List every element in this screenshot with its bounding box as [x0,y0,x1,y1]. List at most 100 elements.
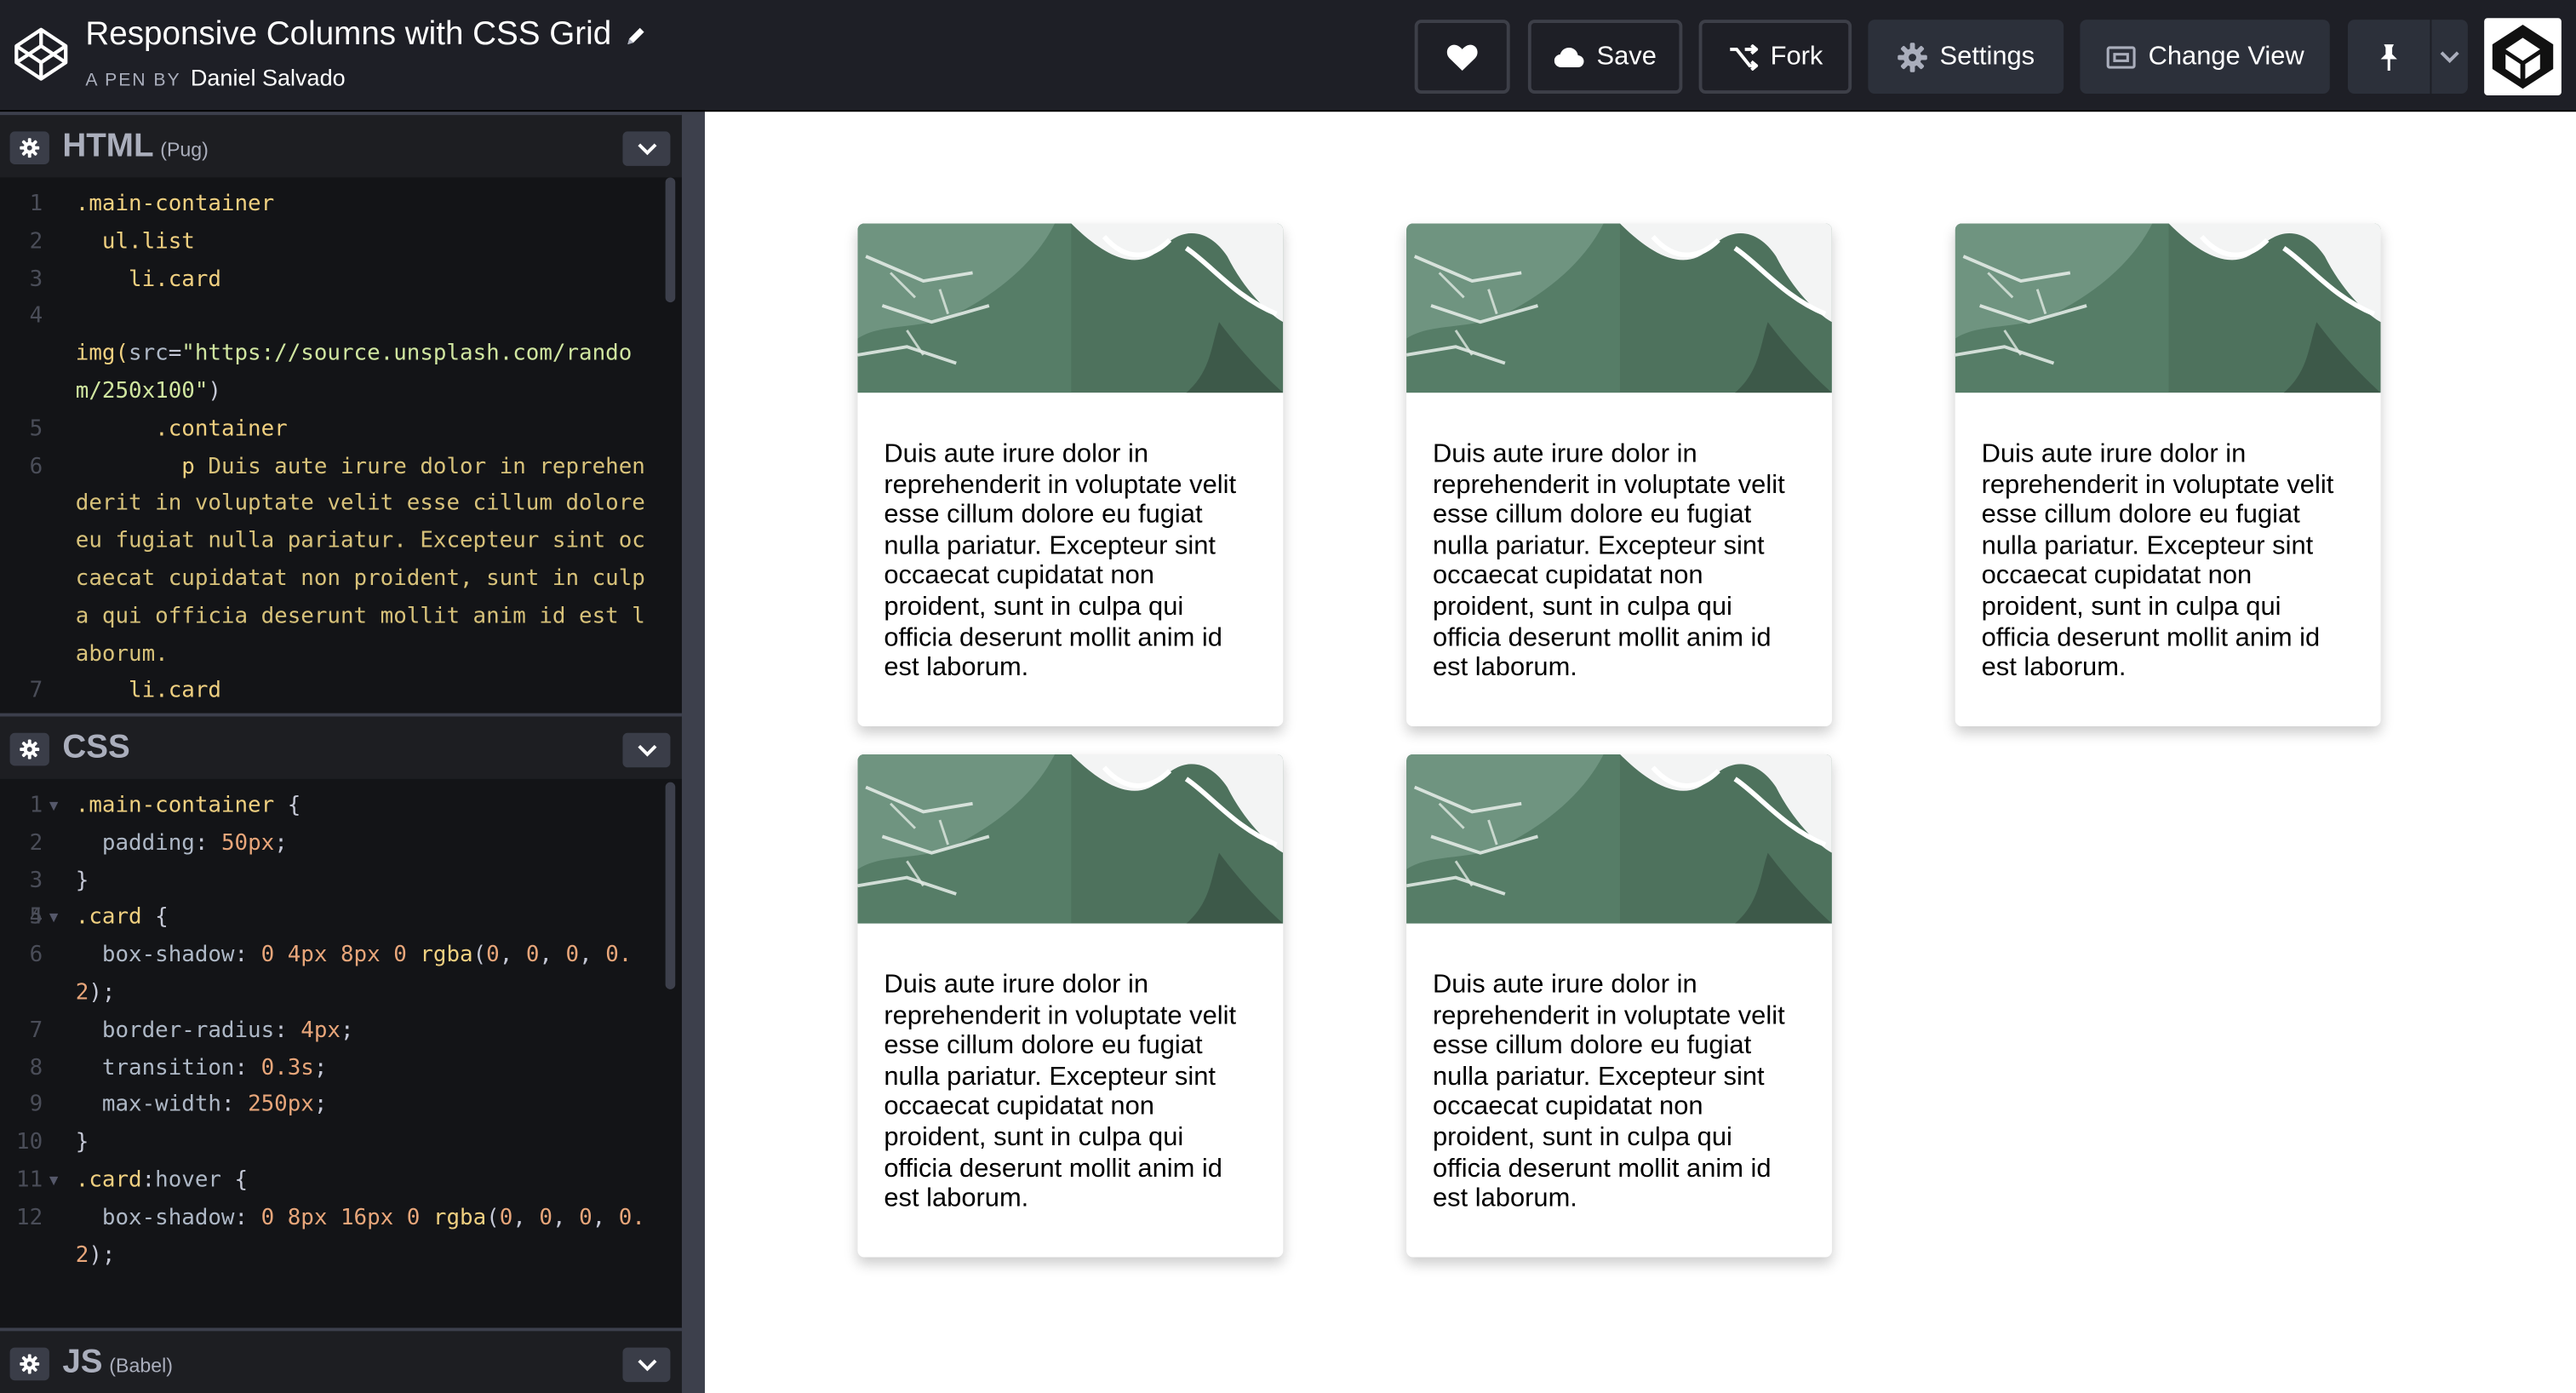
code-line[interactable]: 12 box-shadow: 0 8px 16px 0 rgba(0, 0, 0… [0,1201,682,1275]
code-token: 0 [579,1206,592,1231]
line-number: 7 [29,679,43,704]
css-panel-name: CSS [62,729,130,766]
code-token: : [234,943,261,969]
code-token: : [234,1056,261,1081]
chevron-down-icon [637,142,656,155]
line-number: 5 [29,906,43,932]
result-preview: Duis aute irure dolor in reprehenderit i… [704,112,2576,1393]
line-number: 1 [29,192,43,217]
code-token: rgba [432,1206,487,1231]
card-image [857,223,1284,393]
code-line[interactable]: 7 li.card [0,674,682,712]
code-line[interactable]: 5 ▼ .card { [0,901,682,938]
change-view-label: Change View [2148,42,2304,71]
code-line[interactable]: 3 li.card [0,262,682,300]
user-avatar[interactable] [2484,18,2562,95]
code-line[interactable]: 11 ▼ .card:hover { [0,1163,682,1201]
line-number: 6 [29,943,43,969]
chevron-down-icon [2440,50,2459,63]
code-line[interactable]: 9 max-width: 250px; [0,1088,682,1126]
code-token: : [141,1168,156,1194]
card-image [1955,223,2381,393]
editor-resize-handle[interactable] [681,112,705,1393]
line-number: 7 [29,1018,43,1044]
code-token: 0 [486,943,500,969]
pencil-icon[interactable] [625,24,648,47]
code-token: } [75,1131,89,1156]
code-token: max-width [75,1093,221,1119]
code-line[interactable]: 1 ▼ .main-container { [0,788,682,826]
card-text: Duis aute irure dolor in reprehenderit i… [1432,440,1785,683]
code-line[interactable]: 10} [0,1126,682,1163]
code-token: 0 [525,943,540,969]
js-panel-name: JS [62,1344,103,1381]
card: Duis aute irure dolor in reprehenderit i… [857,223,1284,727]
html-code-editor[interactable]: 1 .main-container 2 ul.list 3 li.card 4 img(… [0,177,682,714]
js-collapse-button[interactable] [622,1347,671,1383]
cloud-icon [1554,47,1584,67]
settings-button[interactable]: Settings [1868,20,2064,95]
change-view-button[interactable]: Change View [2080,20,2330,95]
css-code-editor[interactable]: 1 ▼ .main-container {2 padding: 50px; 3} 4 5 ▼… [0,778,682,1328]
fold-arrow-icon[interactable]: ▼ [49,788,58,826]
code-token: src [129,341,169,367]
code-line[interactable]: img(src="https://source.unsplash.com/ran… [0,337,682,412]
code-token: , [552,1206,580,1231]
code-token: padding [75,831,195,857]
code-line[interactable]: 2 ul.list [0,225,682,262]
code-line[interactable]: 7 border-radius: 4px; [0,1013,682,1051]
save-button[interactable]: Save [1527,20,1683,95]
editor-column: HTML (Pug) 1 .main-container 2 ul.list 3 li.… [0,112,682,1393]
css-settings-button[interactable] [9,732,49,766]
code-line[interactable]: 3} [0,863,682,901]
code-token: , [592,1206,619,1231]
code-line[interactable]: 8 transition: 0.3s; [0,1051,682,1088]
pin-menu-button[interactable] [2431,20,2468,95]
code-token: , [512,1206,540,1231]
heart-button[interactable] [1414,20,1510,95]
gear-icon [20,138,40,158]
line-number: 3 [29,868,43,894]
code-line[interactable]: 5 .container [0,412,682,450]
codepen-editor: Responsive Columns with CSS Grid A PEN B… [0,0,2576,1393]
code-token: ; [340,1018,354,1044]
code-token: 0 8px 16px 0 [260,1206,433,1231]
html-panel-preprocessor: (Pug) [160,138,209,162]
author-link[interactable]: Daniel Salvado [191,64,346,90]
code-token: transition [75,1056,235,1081]
html-panel-title: HTML (Pug) [62,129,209,166]
code-token: { [220,1168,249,1194]
line-number: 3 [29,267,43,292]
code-token: 50px [220,831,275,857]
gear-icon [20,739,40,760]
html-settings-button[interactable] [9,131,49,164]
fold-arrow-icon[interactable]: ▼ [49,901,58,938]
pin-button[interactable] [2347,20,2430,95]
html-editor-scrollbar[interactable] [665,177,676,303]
fork-button[interactable]: Fork [1698,20,1852,95]
line-number: 2 [29,229,43,255]
codepen-logo-icon[interactable] [13,26,69,83]
code-line[interactable]: 6 p Duis aute irure dolor in reprehender… [0,450,682,674]
js-settings-button[interactable] [9,1347,49,1381]
code-token: : [220,1093,249,1119]
pen-title-row: Responsive Columns with CSS Grid [85,16,647,54]
code-token: ; [313,1056,328,1081]
pen-title[interactable]: Responsive Columns with CSS Grid [85,16,611,54]
code-token: = [168,341,182,367]
card-text: Duis aute irure dolor in reprehenderit i… [884,971,1237,1213]
js-panel-header: JS (Babel) [0,1327,682,1393]
code-line[interactable]: 6 box-shadow: 0 4px 8px 0 rgba(0, 0, 0, … [0,938,682,1013]
html-collapse-button[interactable] [622,131,671,166]
fork-label: Fork [1770,42,1823,71]
css-editor-scrollbar[interactable] [665,782,676,989]
fold-arrow-icon[interactable]: ▼ [49,1163,58,1201]
card-grid: Duis aute irure dolor in reprehenderit i… [857,223,2381,1258]
code-line[interactable]: 1 .main-container [0,187,682,225]
code-token: , [579,943,606,969]
code-token: 0 [565,943,580,969]
code-line[interactable]: 4 [0,300,682,337]
code-line[interactable]: 2 padding: 50px; [0,826,682,863]
css-collapse-button[interactable] [622,732,671,768]
